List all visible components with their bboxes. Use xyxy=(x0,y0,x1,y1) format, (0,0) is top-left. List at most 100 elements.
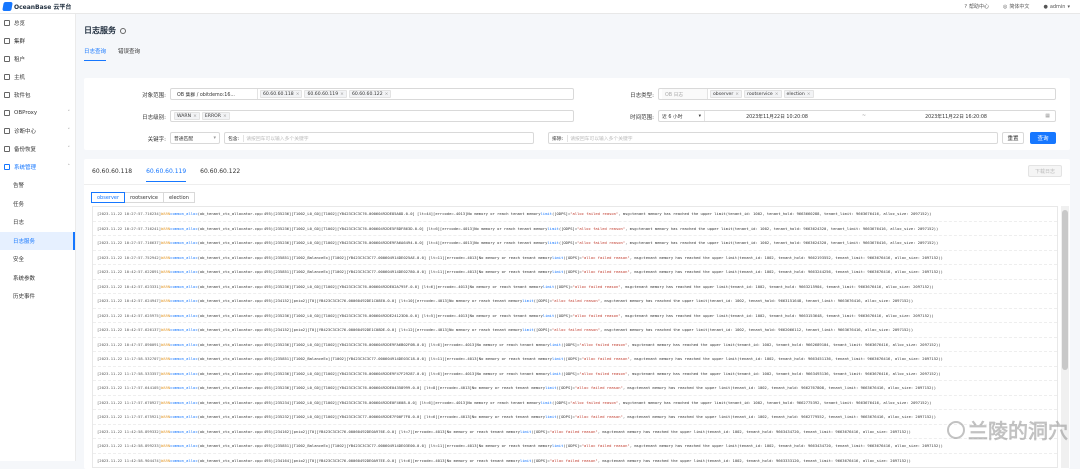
user-menu[interactable]: ● admin ▾ xyxy=(1043,3,1070,10)
time-range-picker[interactable]: 近 6 小时 ▾ 2023年11月22日 10:20:08 ~ 2023年11月2… xyxy=(658,110,1056,122)
log-quote: "alloc failed reason" xyxy=(581,443,630,449)
help-center-link[interactable]: ? 帮助中心 xyxy=(964,3,989,11)
reset-button[interactable]: 重置 xyxy=(1002,132,1024,144)
tab-observer[interactable]: observer xyxy=(91,192,126,203)
tab-log-query[interactable]: 日志查询 xyxy=(84,47,107,61)
log-type-tag: election × xyxy=(783,90,814,98)
log-msg: No memory or reach tenant memory xyxy=(478,356,552,362)
sidebar-item[interactable]: 备份恢复 ˅ xyxy=(0,140,75,158)
brand-logo[interactable]: OceanBase 云平台 xyxy=(2,2,71,11)
log-line: [2023-11-22 10:27:57.716637] WARN common… xyxy=(93,236,1057,251)
log-end: , msg=tenant memory has reached the uppe… xyxy=(620,312,934,318)
log-tail: ([ODPS]= xyxy=(561,341,580,347)
calendar-icon[interactable]: ▦ xyxy=(1045,113,1050,119)
log-func: common_alloc xyxy=(170,385,198,391)
sidebar-subitem[interactable]: 系统参数 xyxy=(0,269,75,288)
log-tail: ([ODPS]= xyxy=(563,443,582,449)
time-range-label: 时间范围: xyxy=(630,115,654,121)
log-time: [2023-11-22 10:42:57.622891] xyxy=(97,269,162,275)
log-quote: "alloc failed reason" xyxy=(549,428,598,434)
time-preset-select[interactable]: 近 6 小时 ▾ xyxy=(659,111,705,121)
language-switch[interactable]: ◎ 简体中文 xyxy=(1003,3,1029,11)
level-tag-label: ERROR xyxy=(204,113,221,119)
log-quote: "alloc failed reason" xyxy=(577,225,626,231)
sidebar-item[interactable]: 总览 xyxy=(0,14,75,32)
scope-label: 对象范围: xyxy=(142,93,166,99)
sidebar-item[interactable]: 租户 xyxy=(0,50,75,68)
close-icon[interactable]: × xyxy=(223,114,227,119)
log-line: [2023-11-22 11:42:58.899332] WARN common… xyxy=(93,425,1057,439)
level-tag: WARN × xyxy=(174,112,200,120)
log-time: [2023-11-22 11:42:58.899332] xyxy=(97,428,162,434)
sidebar-subitem[interactable]: 历史事件 xyxy=(0,287,75,306)
diagnosis-icon xyxy=(4,128,10,134)
log-time: [2023-11-22 10:27:57.752942] xyxy=(97,254,162,260)
match-mode-select[interactable]: 普通匹配 ▾ xyxy=(170,132,220,144)
close-icon[interactable]: × xyxy=(385,92,389,97)
tab-error-query[interactable]: 错误查询 xyxy=(118,47,140,61)
query-button[interactable]: 查询 xyxy=(1030,132,1056,144)
exclude-input[interactable]: 排除: 请按回车可以输入多个关键字 xyxy=(548,132,998,144)
close-icon[interactable]: × xyxy=(807,92,811,97)
oceanbase-logo-icon xyxy=(2,2,13,11)
tab-election[interactable]: election xyxy=(163,192,195,203)
tab-ip-118[interactable]: 60.60.60.118 xyxy=(92,168,132,182)
tab-ip-122[interactable]: 60.60.60.122 xyxy=(200,168,240,182)
log-quote: "alloc failed reason" xyxy=(574,414,623,420)
log-src: (ob_tenant_ctx_allocator.cpp:495) xyxy=(197,370,274,376)
level-select[interactable]: WARN × ERROR × xyxy=(170,110,574,122)
log-type-tabs: observer rootservice election xyxy=(91,192,195,203)
level-label: 日志级别: xyxy=(142,115,166,121)
close-icon[interactable]: × xyxy=(193,114,197,119)
log-time: [2023-11-22 11:42:58.904474] xyxy=(97,457,162,463)
log-end: , msg=tenant memory has reached the uppe… xyxy=(597,457,911,463)
log-level: WARN xyxy=(161,283,171,289)
sidebar-item[interactable]: 主机 xyxy=(0,68,75,86)
log-func: common_alloc xyxy=(170,211,198,217)
log-src: (ob_tenant_ctx_allocator.cpp:495) xyxy=(197,385,274,391)
sidebar-subitem[interactable]: 日志 xyxy=(0,213,75,232)
log-key: limit xyxy=(551,269,564,275)
sidebar-item[interactable]: OBProxy ˅ xyxy=(0,104,75,122)
sidebar-subitem[interactable]: 日志服务 xyxy=(0,231,75,250)
question-circle-icon[interactable] xyxy=(120,27,126,34)
time-end-input[interactable]: 2023年11月22日 16:20:08 xyxy=(881,113,1031,120)
sidebar-item-label: 系统管理 xyxy=(14,165,37,171)
scope-select[interactable]: OB 集群 / obitdemo:16... 60.60.60.118 × 60.… xyxy=(170,88,574,100)
sidebar-subitem[interactable]: 安全 xyxy=(0,250,75,269)
tab-rootservice[interactable]: rootservice xyxy=(124,192,164,203)
log-msg: No memory or reach tenant memory xyxy=(449,327,523,333)
include-input[interactable]: 包含: 请按回车可以输入多个关键字 xyxy=(224,132,534,144)
log-viewer[interactable]: [2023-11-22 10:27:57.716234] WARN common… xyxy=(92,206,1058,468)
scope-type-select[interactable]: OB 集群 / obitdemo:16... xyxy=(174,89,258,99)
match-mode-value: 普通匹配 xyxy=(174,136,194,142)
sidebar-subitem[interactable]: 告警 xyxy=(0,176,75,195)
chevron-down-icon: ˅ xyxy=(67,110,71,116)
log-key: limit xyxy=(545,385,557,391)
close-icon[interactable]: × xyxy=(296,92,300,97)
log-key: limit xyxy=(519,457,532,463)
log-quote: "alloc failed reason" xyxy=(551,298,600,304)
sidebar-item[interactable]: 集群 xyxy=(0,32,75,50)
close-icon[interactable]: × xyxy=(340,92,344,97)
log-type-select[interactable]: OB 日志 observer × rootservice × election × xyxy=(658,88,1056,100)
log-rest: [235851][T1002_BalanceEx][T1002][YB423C3… xyxy=(273,269,479,275)
tab-ip-119[interactable]: 60.60.60.119 xyxy=(146,168,187,182)
log-msg: No memory or reach tenant memory xyxy=(467,211,541,217)
log-src: (ob_tenant_ctx_allocator.cpp:495) xyxy=(197,414,274,420)
top-right-menu: ? 帮助中心 ◎ 简体中文 ● admin ▾ xyxy=(964,3,1070,11)
sidebar-item[interactable]: 诊断中心 ˅ xyxy=(0,122,75,140)
log-type-prefix: OB 日志 xyxy=(662,89,708,99)
close-icon[interactable]: × xyxy=(775,92,779,97)
close-icon[interactable]: × xyxy=(735,92,739,97)
log-rest: [235236][T1002_L0_G0][T1002][YB423C3C3C7… xyxy=(273,283,470,289)
log-key: limit xyxy=(547,240,559,246)
time-start-input[interactable]: 2023年11月22日 10:20:08 xyxy=(707,113,847,120)
download-log-button[interactable]: 下载日志 xyxy=(1028,165,1062,177)
scrollbar-thumb[interactable] xyxy=(1062,210,1068,370)
sidebar-item[interactable]: 软件包 xyxy=(0,86,75,104)
sidebar-subitem[interactable]: 任务 xyxy=(0,195,75,214)
log-level: WARN xyxy=(161,428,171,434)
log-quote: "alloc failed reason" xyxy=(577,240,626,246)
sidebar-item[interactable]: 系统管理 ˄ xyxy=(0,158,75,176)
